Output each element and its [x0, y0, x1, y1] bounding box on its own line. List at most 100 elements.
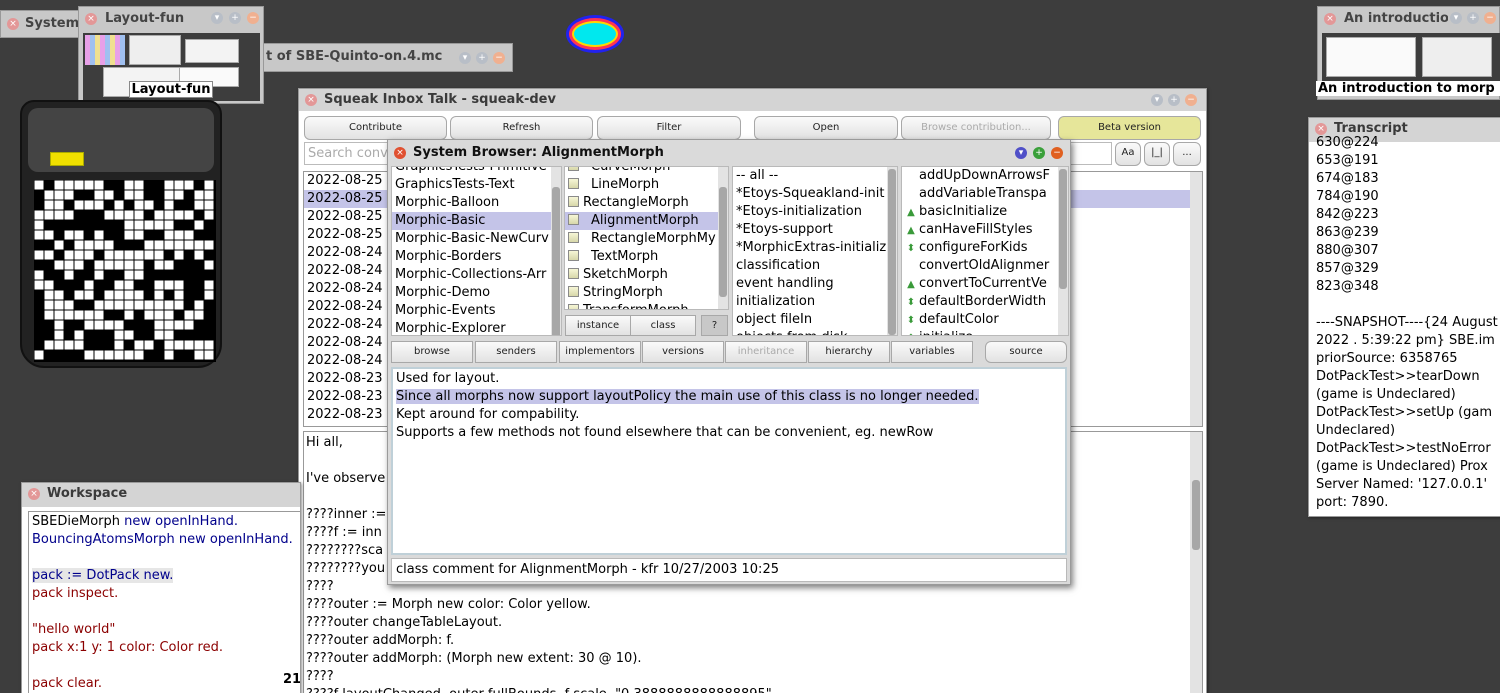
grid-cell[interactable] — [74, 260, 84, 270]
grid-cell[interactable] — [44, 190, 54, 200]
grid-cell[interactable] — [154, 310, 164, 320]
grid-cell[interactable] — [144, 220, 154, 230]
grid-cell[interactable] — [154, 320, 164, 330]
close-icon[interactable]: × — [7, 18, 19, 30]
package-item[interactable]: Morphic-Basic — [392, 212, 561, 230]
implementors-button[interactable]: implementors — [559, 341, 641, 363]
grid-cell[interactable] — [154, 280, 164, 290]
grid-cell[interactable] — [44, 340, 54, 350]
grid-cell[interactable] — [54, 320, 64, 330]
category-item[interactable]: event handling — [733, 275, 897, 293]
collapse-icon[interactable]: + — [229, 12, 241, 24]
case-toggle-button[interactable]: Aa — [1115, 142, 1141, 166]
grid-cell[interactable] — [204, 240, 214, 250]
grid-cell[interactable] — [94, 190, 104, 200]
workspace-window[interactable]: × Workspace SBEDieMorph new openInHand. … — [21, 482, 301, 693]
grid-cell[interactable] — [124, 290, 134, 300]
grid-cell[interactable] — [194, 250, 204, 260]
grid-cell[interactable] — [204, 350, 214, 360]
category-list[interactable]: -- all -- *Etoys-Squeakland-init *Etoys-in… — [732, 166, 898, 336]
grid-cell[interactable] — [204, 260, 214, 270]
category-scroll-thumb[interactable] — [888, 169, 896, 335]
method-item[interactable]: ⬍ defaultBorderWidth — [902, 293, 1068, 311]
grid-cell[interactable] — [54, 260, 64, 270]
browse-button[interactable]: browse — [391, 341, 473, 363]
grid-cell[interactable] — [134, 340, 144, 350]
refresh-button[interactable]: Refresh — [450, 116, 593, 140]
grid-cell[interactable] — [64, 230, 74, 240]
grid-cell[interactable] — [64, 210, 74, 220]
grid-cell[interactable] — [204, 280, 214, 290]
grid-cell[interactable] — [164, 230, 174, 240]
category-item[interactable]: classification — [733, 257, 897, 275]
grid-cell[interactable] — [54, 330, 64, 340]
transcript-text[interactable]: 630@224 653@191 674@183 784@190 842@223 863@2… — [1313, 134, 1500, 514]
grid-cell[interactable] — [34, 180, 44, 190]
expand-icon[interactable]: − — [1051, 147, 1063, 159]
grid-cell[interactable] — [174, 280, 184, 290]
grid-cell[interactable] — [84, 310, 94, 320]
grid-cell[interactable] — [54, 180, 64, 190]
package-list[interactable]: GraphicsTests-Primitive GraphicsTests-Tex… — [391, 166, 562, 336]
grid-cell[interactable] — [44, 250, 54, 260]
category-item[interactable]: *Etoys-initialization — [733, 203, 897, 221]
package-item[interactable]: Morphic-Collections-Arr — [392, 266, 561, 284]
grid-cell[interactable] — [74, 330, 84, 340]
contribute-button[interactable]: Contribute — [304, 116, 447, 140]
method-item[interactable]: ▲ convertToCurrentVe — [902, 275, 1068, 293]
class-comment-pane[interactable]: Used for layout. Since all morphs now su… — [391, 367, 1067, 555]
grid-cell[interactable] — [94, 180, 104, 190]
category-item[interactable]: *MorphicExtras-initializ — [733, 239, 897, 257]
grid-cell[interactable] — [114, 200, 124, 210]
browse-contribution-button[interactable]: Browse contribution... — [901, 116, 1051, 140]
grid-cell[interactable] — [64, 300, 74, 310]
grid-cell[interactable] — [194, 200, 204, 210]
layout-fun-window[interactable]: × Layout-fun ▾ + − Layout-fun — [78, 6, 264, 104]
menu-icon[interactable]: ▾ — [459, 52, 471, 64]
method-item[interactable]: ⬍ configureForKids — [902, 239, 1068, 257]
inbox-title-bar[interactable]: × Squeak Inbox Talk - squeak-dev ▾ + − — [299, 89, 1206, 111]
class-scrollbar[interactable] — [718, 167, 728, 309]
grid-cell[interactable] — [64, 340, 74, 350]
grid-cell[interactable] — [204, 210, 214, 220]
grid-cell[interactable] — [114, 290, 124, 300]
grid-cell[interactable] — [84, 240, 94, 250]
class-item[interactable]: RectangleMorphMy — [565, 230, 728, 248]
grid-cell[interactable] — [84, 350, 94, 360]
method-item[interactable]: ⬍ defaultColor — [902, 311, 1068, 329]
grid-cell[interactable] — [54, 300, 64, 310]
sbe-window-tab[interactable]: t of SBE-Quinto-on.4.mc ▾ + − — [255, 43, 513, 72]
grid-cell[interactable] — [54, 290, 64, 300]
package-item[interactable]: Morphic-Borders — [392, 248, 561, 266]
grid-cell[interactable] — [154, 240, 164, 250]
class-list[interactable]: CurveMorph LineMorph RectangleMorph Alignme… — [564, 166, 729, 310]
class-button[interactable]: class — [630, 315, 696, 336]
menu-icon[interactable]: ▾ — [1015, 147, 1027, 159]
grid-cell[interactable] — [194, 190, 204, 200]
grid-cell[interactable] — [174, 210, 184, 220]
game-board-badge[interactable] — [50, 152, 84, 166]
grid-cell[interactable] — [84, 280, 94, 290]
inheritance-button[interactable]: inheritance — [725, 341, 807, 363]
grid-cell[interactable] — [184, 320, 194, 330]
grid-cell[interactable] — [164, 200, 174, 210]
grid-cell[interactable] — [154, 250, 164, 260]
grid-cell[interactable] — [184, 310, 194, 320]
menu-icon[interactable]: ▾ — [1450, 12, 1462, 24]
grid-cell[interactable] — [74, 180, 84, 190]
grid-cell[interactable] — [124, 270, 134, 280]
grid-cell[interactable] — [194, 350, 204, 360]
grid-cell[interactable] — [174, 240, 184, 250]
grid-cell[interactable] — [194, 220, 204, 230]
grid-cell[interactable] — [134, 230, 144, 240]
grid-cell[interactable] — [74, 310, 84, 320]
method-item[interactable]: ▲ canHaveFillStyles — [902, 221, 1068, 239]
instance-button[interactable]: instance — [565, 315, 631, 336]
grid-cell[interactable] — [44, 230, 54, 240]
class-item[interactable]: CurveMorph — [565, 167, 728, 176]
grid-cell[interactable] — [204, 340, 214, 350]
grid-cell[interactable] — [54, 310, 64, 320]
package-item[interactable]: Morphic-Explorer — [392, 320, 561, 335]
source-button[interactable]: source — [985, 341, 1067, 363]
package-item[interactable]: Morphic-Balloon — [392, 194, 561, 212]
